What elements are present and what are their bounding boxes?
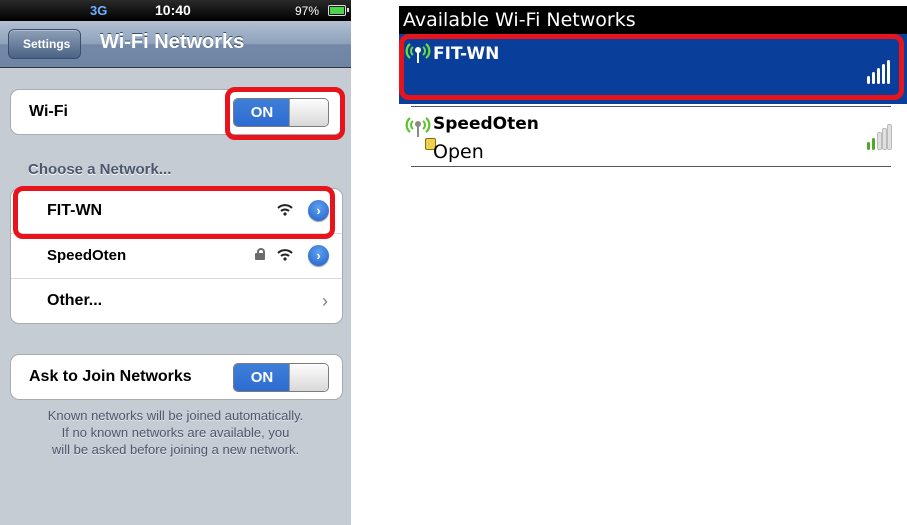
antenna-icon xyxy=(405,117,431,137)
network-name: Other... xyxy=(47,292,103,309)
available-networks-title: Available Wi-Fi Networks xyxy=(399,6,907,34)
iphone-wifi-settings: 3G 10:40 97% Settings Wi-Fi Networks Wi-… xyxy=(0,0,351,525)
ask-to-join-label: Ask to Join Networks xyxy=(29,368,192,385)
wifi-label: Wi-Fi xyxy=(29,103,68,120)
clock: 10:40 xyxy=(155,2,191,18)
highlight-bb-fit-wn-row xyxy=(399,34,904,100)
navigation-bar: Settings Wi-Fi Networks xyxy=(0,21,351,68)
ask-toggle-on-label: ON xyxy=(234,364,290,391)
network-name: SpeedOten xyxy=(433,114,539,134)
lock-icon xyxy=(254,248,266,260)
network-security: Open xyxy=(433,141,484,163)
network-row-speedoten[interactable]: SpeedOten › xyxy=(11,234,342,279)
highlight-fit-wn-row xyxy=(13,186,335,239)
footnote-line: will be asked before joining a new netwo… xyxy=(51,442,300,457)
ask-to-join-toggle[interactable]: ON xyxy=(233,363,329,392)
page-title: Wi-Fi Networks xyxy=(100,31,245,53)
ask-to-join-footnote: Known networks will be joined automatica… xyxy=(8,407,343,458)
footnote-line: If no known networks are available, you xyxy=(61,425,290,440)
divider xyxy=(411,106,891,107)
network-type: 3G xyxy=(90,3,108,18)
ask-to-join-group: Ask to Join Networks ON xyxy=(10,354,343,400)
footnote-line: Known networks will be joined automatica… xyxy=(47,408,304,423)
divider xyxy=(411,166,891,167)
network-name: SpeedOten xyxy=(47,247,127,264)
status-bar: 3G 10:40 97% xyxy=(0,0,351,26)
detail-disclosure-icon[interactable]: › xyxy=(308,245,329,266)
battery-percent: 97% xyxy=(295,4,320,18)
bb-network-row-speedoten[interactable]: SpeedOten Open xyxy=(399,108,907,166)
network-row-other[interactable]: Other... › xyxy=(11,279,342,323)
signal-bars-icon xyxy=(867,124,899,150)
device-wifi-list: Available Wi-Fi Networks FIT-WN SpeedOte… xyxy=(399,0,907,360)
settings-back-button[interactable]: Settings xyxy=(8,29,82,59)
toggle-knob xyxy=(289,364,328,391)
chevron-right-icon: › xyxy=(322,291,328,311)
wifi-icon xyxy=(277,248,293,262)
choose-network-header: Choose a Network... xyxy=(28,161,172,178)
ask-to-join-row: Ask to Join Networks ON xyxy=(11,355,342,399)
battery-icon xyxy=(328,5,349,16)
highlight-wifi-toggle xyxy=(225,87,345,140)
